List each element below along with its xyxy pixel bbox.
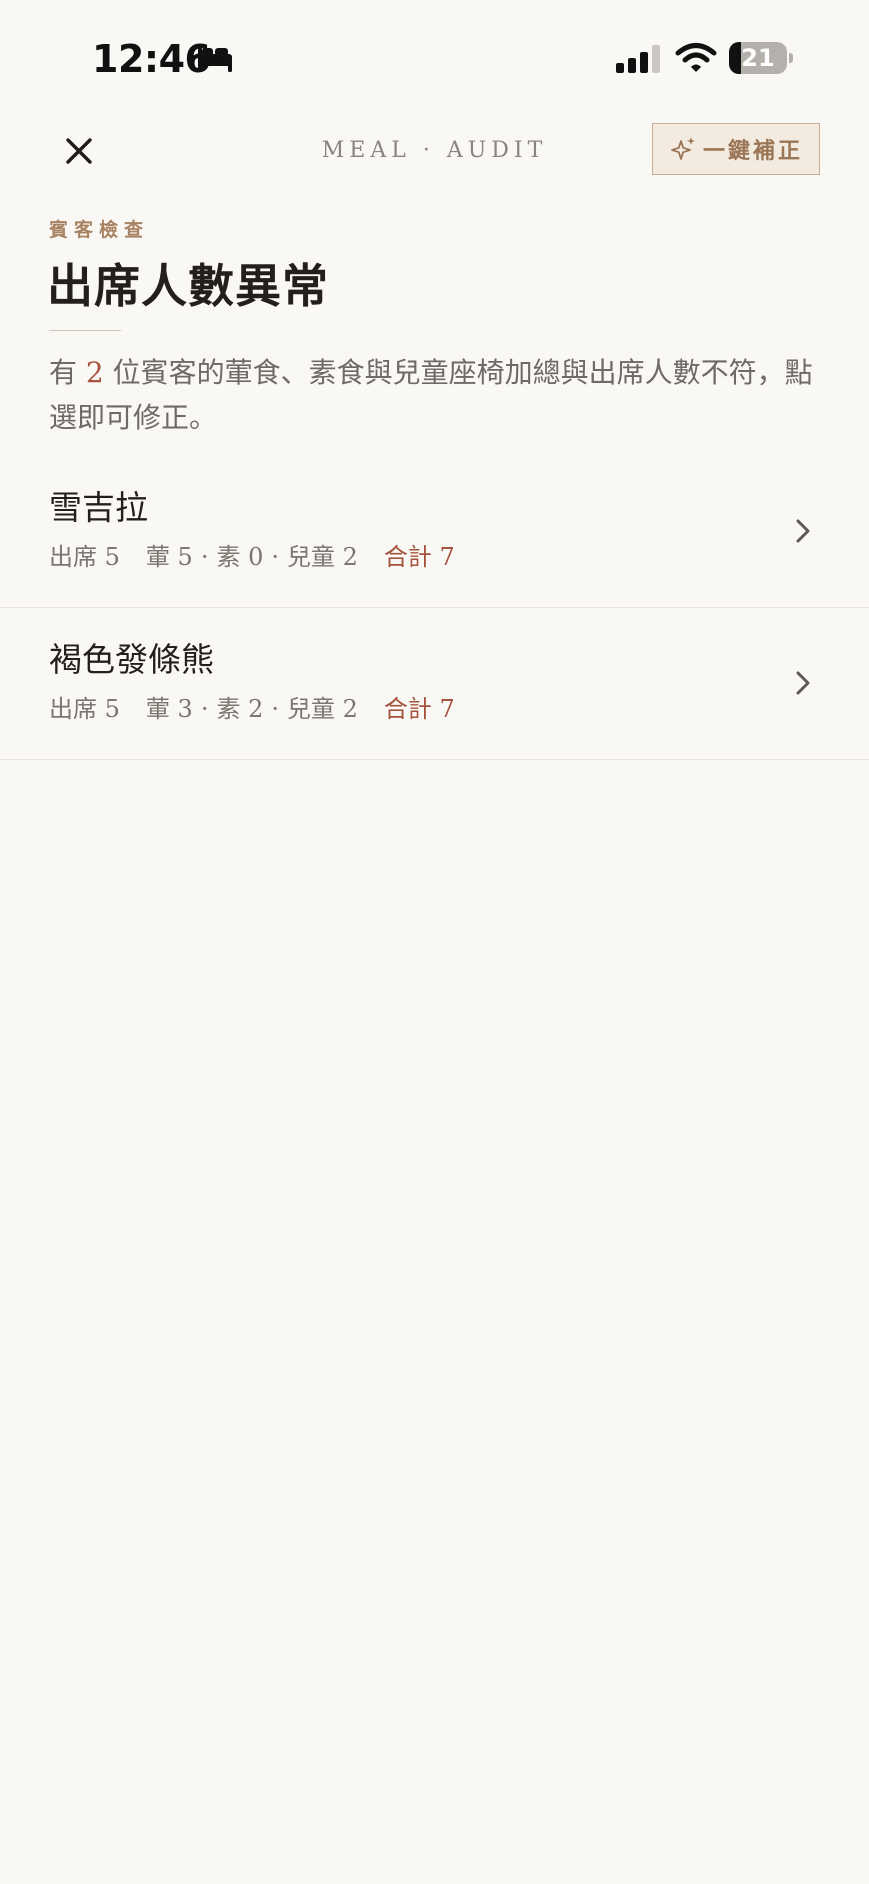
bed-icon	[198, 48, 232, 72]
close-button[interactable]	[56, 128, 102, 174]
mismatch-count: 2	[85, 356, 104, 389]
guest-total: 合計 7	[383, 695, 455, 723]
guest-row[interactable]: 雪吉拉 出席 5葷 5 · 素 0 · 兒童 2 合計 7	[0, 456, 869, 608]
guest-attendance: 出席 5	[49, 543, 120, 571]
guest-veg-count: 素 2	[216, 695, 264, 723]
chevron-right-icon	[796, 519, 810, 543]
meta-separator: ·	[200, 543, 209, 571]
autofix-button[interactable]: 一鍵補正	[652, 123, 820, 175]
guest-meta: 出席 5葷 5 · 素 0 · 兒童 2 合計 7	[49, 540, 455, 574]
close-icon	[66, 138, 92, 164]
guest-meat-count: 葷 5	[145, 543, 193, 571]
battery-tip	[789, 53, 793, 63]
meta-separator: ·	[271, 543, 279, 571]
guest-row[interactable]: 褐色發條熊 出席 5葷 3 · 素 2 · 兒童 2 合計 7	[0, 608, 869, 760]
guest-kids-count: 兒童 2	[287, 543, 358, 571]
status-time: 12:46	[92, 37, 211, 81]
battery-body: 21	[729, 42, 787, 74]
status-bar: 12:46 21	[0, 0, 869, 118]
description: 有 2 位賓客的葷食、素食與兒童座椅加總與出席人數不符，點選即可修正。	[49, 350, 829, 440]
battery-icon: 21	[729, 42, 795, 74]
autofix-label: 一鍵補正	[702, 138, 803, 164]
meta-separator: ·	[271, 695, 279, 723]
guest-total: 合計 7	[383, 543, 455, 571]
title-divider	[49, 330, 121, 331]
guest-name: 褐色發條熊	[49, 640, 214, 679]
wifi-icon	[675, 43, 717, 72]
battery-level: 21	[741, 44, 775, 72]
cellular-signal-icon	[616, 45, 660, 73]
nav-title: MEAL · AUDIT	[321, 138, 548, 163]
nav-bar: MEAL · AUDIT 一鍵補正	[0, 118, 869, 184]
section-kicker: 賓客檢查	[49, 219, 150, 241]
guest-kids-count: 兒童 2	[287, 695, 358, 723]
page-title: 出席人數異常	[47, 259, 329, 313]
sparkle-icon	[671, 137, 695, 160]
guest-attendance: 出席 5	[49, 695, 120, 723]
description-suffix: 位賓客的葷食、素食與兒童座椅加總與出席人數不符，點選即可修正。	[49, 356, 813, 434]
chevron-right-icon	[796, 671, 810, 695]
meta-separator: ·	[200, 695, 209, 723]
guest-veg-count: 素 0	[216, 543, 264, 571]
guest-list: 雪吉拉 出席 5葷 5 · 素 0 · 兒童 2 合計 7 褐色發條熊 出席 5葷 3 · 素…	[0, 456, 869, 760]
guest-meat-count: 葷 3	[145, 695, 193, 723]
description-prefix: 有	[49, 356, 86, 389]
guest-meta: 出席 5葷 3 · 素 2 · 兒童 2 合計 7	[49, 692, 455, 726]
guest-name: 雪吉拉	[49, 488, 148, 527]
